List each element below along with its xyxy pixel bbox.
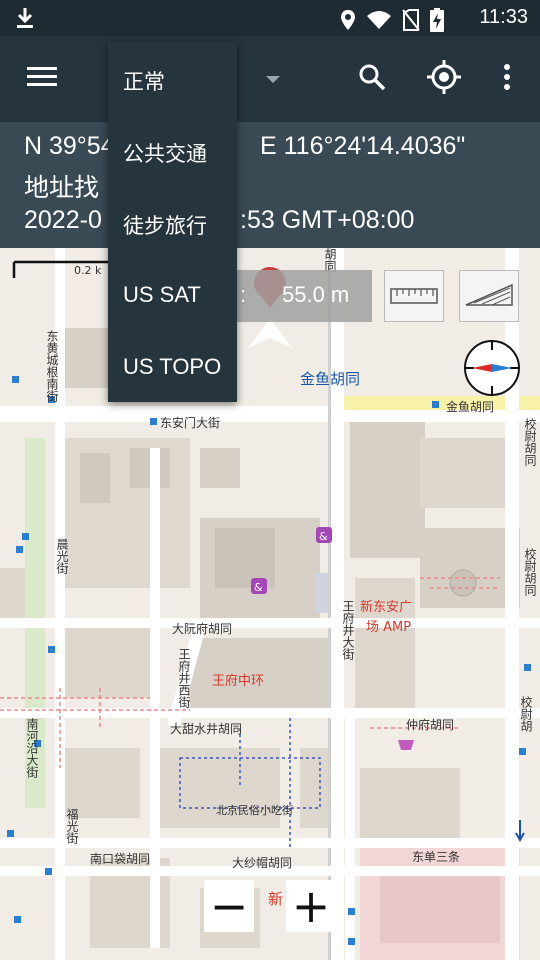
location-icon	[340, 9, 356, 35]
crosshair-icon	[427, 60, 461, 98]
timestamp-time-text: :53 GMT+08:00	[240, 206, 415, 234]
hamburger-icon	[27, 66, 57, 92]
latitude-text: N 39°54	[24, 132, 115, 160]
label-beijing-snack: 北京民俗小吃街	[216, 804, 293, 817]
map-type-dropdown-toggle[interactable]	[258, 36, 288, 122]
svg-text:&: &	[319, 530, 328, 543]
zoom-in-button[interactable]: +	[286, 880, 336, 932]
no-sim-icon	[402, 9, 420, 35]
status-bar: 11:33	[0, 0, 540, 36]
menu-item-us-sat[interactable]: US SAT	[123, 282, 201, 308]
search-icon	[358, 63, 386, 95]
ruler-icon	[385, 288, 443, 325]
area-tool-button[interactable]	[459, 270, 519, 322]
more-vert-icon	[503, 63, 511, 95]
label-wangfujingxi: 王府井西街	[177, 648, 191, 708]
address-text: 地址找	[24, 174, 100, 202]
label-wangfujing-jie: 王府井大街	[341, 600, 355, 660]
menu-item-hiking[interactable]: 徒步旅行	[123, 210, 207, 240]
label-xiaojiao-2: 校尉胡同	[523, 548, 537, 596]
distance-readout: : 55.0 m	[232, 270, 372, 322]
label-dongandamen: 东安门大街	[160, 416, 221, 430]
map-view[interactable]: & & 0.2 k 金鱼胡同 金鱼胡同 东安门大街 大阮府胡同 王府中环 新东安…	[0, 248, 540, 960]
search-button[interactable]	[348, 36, 396, 122]
label-dashami: 大纱帽胡同	[232, 856, 293, 870]
label-dayuanfu: 大阮府胡同	[172, 622, 233, 636]
label-jiaoweijie: 校尉胡	[519, 696, 533, 732]
label-donghuang: 东黄城根南街	[45, 330, 59, 402]
chevron-down-icon	[265, 70, 281, 89]
label-xindongan-amp: 场 AMP	[366, 620, 412, 635]
zoom-out-button[interactable]: −	[204, 880, 254, 932]
svg-text:&: &	[254, 581, 263, 594]
label-datianshui: 大甜水井胡同	[170, 722, 243, 736]
battery-charging-icon	[430, 8, 444, 36]
ruler-tool-button[interactable]	[384, 270, 444, 322]
label-dongdan: 东单三条	[412, 850, 461, 864]
download-icon	[14, 6, 36, 34]
longitude-text: E 116°24'14.4036"	[260, 132, 466, 160]
label-wangfu-zhonghuan: 王府中环	[212, 674, 265, 689]
timestamp-date-text: 2022-0	[24, 206, 102, 234]
label-xin-mall: 新	[268, 890, 284, 908]
wifi-icon	[366, 10, 392, 34]
area-measure-icon	[460, 283, 518, 325]
map-type-menu: 正常 公共交通 徒步旅行 US SAT US TOPO	[108, 42, 237, 402]
label-lane: 胡同	[323, 248, 337, 272]
label-nankoudai: 南口袋胡同	[90, 852, 151, 866]
label-xindongan: 新东安广	[360, 600, 413, 615]
label-jinyu-hutong: 金鱼胡同	[300, 370, 361, 388]
menu-item-us-topo[interactable]: US TOPO	[123, 354, 221, 380]
clock: 11:33	[479, 6, 528, 28]
my-location-button[interactable]	[420, 36, 468, 122]
distance-value: 55.0 m	[282, 282, 350, 307]
label-zhongfu: 仲府胡同	[406, 718, 455, 732]
overflow-menu-button[interactable]	[490, 36, 524, 122]
label-chenguang: 晨光街	[55, 538, 69, 574]
coordinate-panel: N 39°54 E 116°24'14.4036" 地址找 2022-0 :53…	[0, 122, 540, 248]
menu-item-transit[interactable]: 公共交通	[123, 138, 207, 168]
label-fuguang: 福光街	[65, 808, 79, 844]
label-jinyu-hutong-road: 金鱼胡同	[446, 400, 495, 414]
menu-item-normal[interactable]: 正常	[123, 66, 165, 96]
menu-button[interactable]	[14, 36, 70, 122]
scale-label: 0.2 k	[74, 264, 102, 277]
label-xiaojiao: 校尉胡同	[523, 418, 537, 466]
label-nanhe: 南河沿大街	[25, 718, 39, 778]
app-toolbar	[0, 36, 540, 122]
distance-separator: :	[240, 282, 247, 307]
